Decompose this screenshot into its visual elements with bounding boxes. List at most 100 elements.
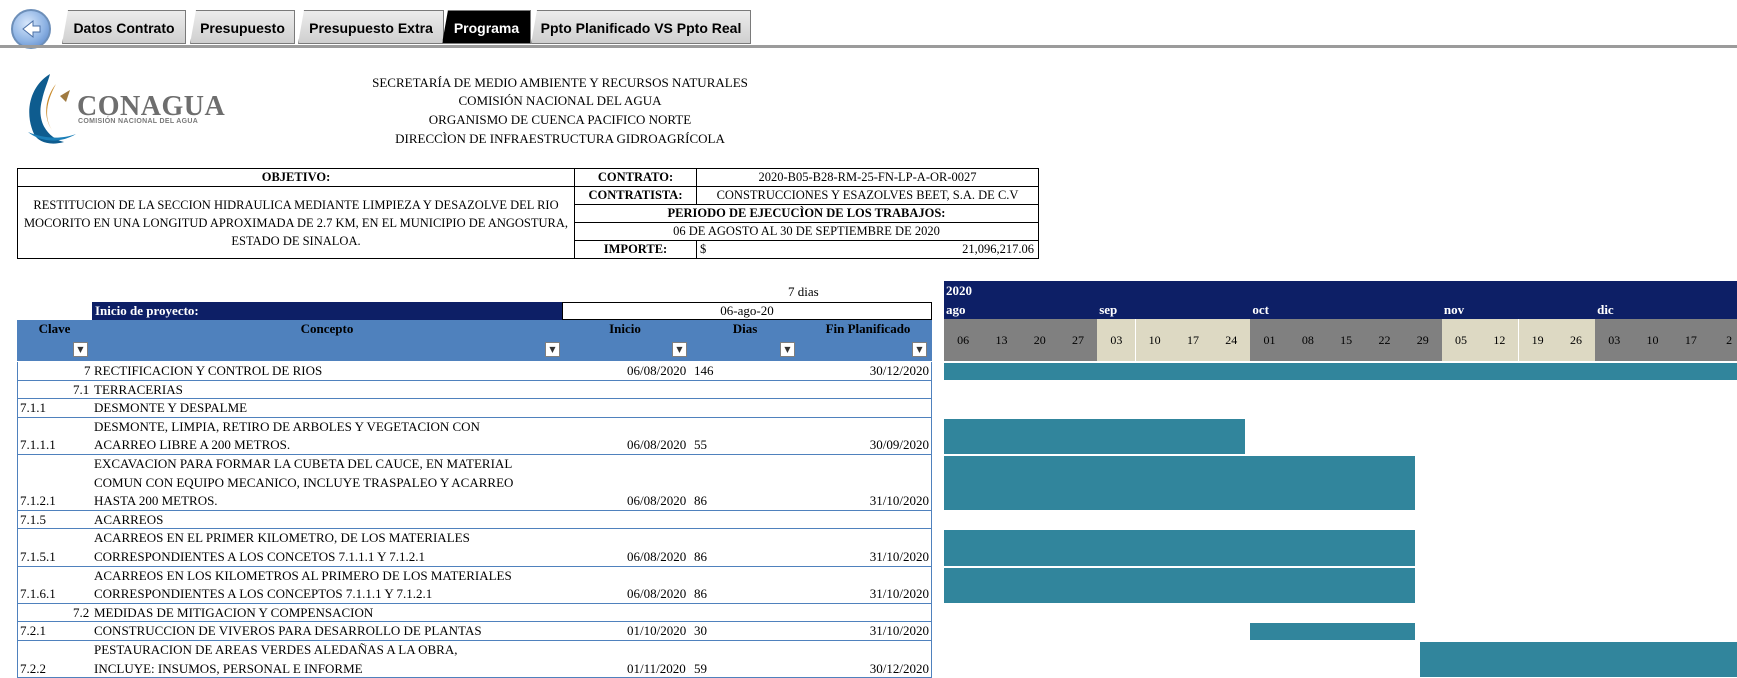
cell-concepto: CORRESPONDIENTES A LOS CONCEPTOS 7.1.1.1… — [94, 586, 433, 602]
cell-inicio: 01/11/2020 — [627, 660, 686, 676]
gantt-week-cell: 03 — [1595, 319, 1634, 361]
gantt-week-cell: 24 — [1212, 319, 1251, 361]
cell-dias: 86 — [694, 586, 707, 602]
cell-clave: 7.1.6.1 — [20, 586, 56, 602]
cell-concepto: EXCAVACION PARA FORMAR LA CUBETA DEL CAU… — [94, 456, 513, 471]
table-row[interactable]: 7.1.6.1 ACARREOS EN LOS KILOMETROS AL PRI… — [17, 567, 932, 604]
currency-symbol: $ — [700, 242, 707, 256]
cell-num: 7.2 — [73, 604, 90, 620]
cell-concepto: CONSTRUCCION DE VIVEROS PARA DESARROLLO … — [94, 623, 482, 639]
gantt-week-cell: 22 — [1365, 319, 1404, 361]
cell-fin: 31/10/2020 — [869, 493, 929, 509]
filter-fin-dropdown[interactable]: ▼ — [912, 342, 927, 357]
cell-fin: 31/10/2020 — [869, 548, 929, 564]
gantt-week-cell: 05 — [1441, 319, 1481, 361]
cell-concepto: DESMONTE Y DESPALME — [94, 400, 248, 416]
importe-cell: $ 21,096,217.06 — [696, 240, 1039, 259]
gantt-week-cell: 19 — [1518, 319, 1557, 361]
tab-presupuesto[interactable]: Presupuesto — [190, 10, 295, 44]
table-left-border — [17, 362, 18, 678]
cell-num: 7.1 — [73, 381, 90, 397]
arrow-left-icon — [22, 19, 41, 39]
filter-inicio-dropdown[interactable]: ▼ — [672, 342, 687, 357]
col-clave: Clave — [38, 321, 71, 336]
cell-dias: 86 — [694, 493, 707, 509]
gantt-week-cell: 17 — [1671, 319, 1710, 361]
cell-concepto: RECTIFICACION Y CONTROL DE RIOS — [94, 363, 323, 378]
col-concepto: Concepto — [300, 321, 354, 336]
importe-label: IMPORTE: — [574, 240, 697, 259]
gantt-header — [944, 281, 1737, 319]
table-row[interactable]: 7.1.5 ACARREOS — [17, 511, 932, 530]
contrato-value: 2020-B05-B28-RM-25-FN-LP-A-OR-0027 — [696, 168, 1039, 187]
table-row[interactable]: 7.2.2 PESTAURACION DE AREAS VERDES ALEDAÑ… — [17, 641, 932, 678]
cell-concepto: MEDIDAS DE MITIGACION Y COMPENSACION — [94, 604, 374, 620]
days-note: 7 dias — [788, 284, 819, 299]
contratista-value: CONSTRUCCIONES Y ESAZOLVES BEET, S.A. DE… — [696, 186, 1039, 205]
table-row[interactable]: 7.2.1 CONSTRUCCION DE VIVEROS PARA DESARR… — [17, 622, 932, 641]
header-line-4: DIRECCÌON DE INFRAESTRUCTURA GIDROAGRÍCO… — [395, 131, 725, 146]
gantt-month-label: ago — [946, 302, 966, 317]
cell-clave: 7.1.1.1 — [20, 437, 56, 453]
filter-dias-dropdown[interactable]: ▼ — [780, 342, 795, 357]
table-row[interactable]: 7 RECTIFICACION Y CONTROL DE RIOS 06/08/20… — [17, 362, 932, 381]
tab-ppto-planificado-vs-real[interactable]: Ppto Planificado VS Ppto Real — [531, 10, 751, 44]
gantt-month-label: nov — [1443, 302, 1465, 317]
cell-fin: 30/12/2020 — [869, 363, 929, 378]
gantt-week-cell: 15 — [1327, 319, 1366, 361]
col-fin: Fin Planificado — [825, 321, 911, 336]
cell-concepto: ACARREOS EN LOS KILOMETROS AL PRIMERO DE… — [94, 567, 512, 583]
back-button[interactable] — [11, 9, 51, 49]
gantt-week-cell: 27 — [1058, 319, 1098, 361]
filter-concepto-dropdown[interactable]: ▼ — [545, 342, 560, 357]
tab-datos-contrato[interactable]: Datos Contrato — [62, 10, 186, 44]
gantt-week-cell: 08 — [1288, 319, 1327, 361]
table-row[interactable]: 7.1 TERRACERIAS — [17, 381, 932, 400]
gantt-month-label: dic — [1597, 302, 1614, 317]
table-row[interactable]: 7.1.1 DESMONTE Y DESPALME — [17, 399, 932, 418]
cell-concepto: INCLUYE: INSUMOS, PERSONAL E INFORME — [94, 660, 363, 676]
inicio-label: Inicio de proyecto: — [92, 302, 562, 320]
gantt-month-label: sep — [1099, 302, 1118, 317]
gantt-bar — [944, 363, 1737, 380]
gantt-week-cell: 12 — [1480, 319, 1519, 361]
gantt-week-cell: 01 — [1250, 319, 1289, 361]
cell-clave: 7.2.1 — [20, 623, 46, 639]
gantt-week-cell: 2 — [1710, 319, 1737, 361]
logo-subtitle: COMISIÓN NACIONAL DEL AGUA — [78, 118, 199, 125]
cell-concepto: COMUN CON EQUIPO MECANICO, INCLUYE TRASP… — [94, 474, 514, 490]
table-row[interactable]: 7.1.2.1 EXCAVACION PARA FORMAR LA CUBETA … — [17, 455, 932, 511]
gantt-bar — [944, 530, 1415, 566]
cell-fin: 31/10/2020 — [869, 586, 929, 602]
gantt-bar — [1420, 642, 1737, 678]
gantt-bar — [944, 456, 1415, 510]
cell-inicio: 06/08/2020 — [627, 437, 687, 453]
cell-fin: 31/10/2020 — [869, 623, 929, 639]
cell-concepto: TERRACERIAS — [94, 381, 183, 397]
table-row[interactable]: 7.1.1.1 DESMONTE, LIMPIA, RETIRO DE ARBOL… — [17, 418, 932, 455]
tab-programa[interactable]: Programa — [442, 10, 531, 44]
cell-dias: 30 — [694, 623, 707, 639]
cell-concepto: ACARREOS — [94, 511, 164, 527]
gantt-week-cell: 20 — [1020, 319, 1059, 361]
col-inicio: Inicio — [609, 321, 641, 336]
gantt-week-cell: 10 — [1633, 319, 1672, 361]
cell-clave: 7.2.2 — [20, 660, 46, 676]
cell-inicio: 06/08/2020 — [627, 493, 687, 509]
objetivo-text: RESTITUCION DE LA SECCION HIDRAULICA MED… — [17, 186, 575, 259]
cell-dias: 59 — [694, 660, 707, 676]
cell-clave: 7.1.1 — [20, 400, 46, 416]
tab-presupuesto-extra[interactable]: Presupuesto Extra — [298, 10, 444, 44]
filter-clave-dropdown[interactable]: ▼ — [73, 342, 88, 357]
cell-concepto: CORRESPONDIENTES A LOS CONCETOS 7.1.1.1 … — [94, 548, 426, 564]
cell-dias: 55 — [694, 437, 707, 453]
header-line-3: ORGANISMO DE CUENCA PACIFICO NORTE — [428, 112, 692, 127]
table-row[interactable]: 7.2 MEDIDAS DE MITIGACION Y COMPENSACION — [17, 604, 932, 623]
gantt-bar — [1250, 623, 1415, 640]
table-row[interactable]: 7.1.5.1 ACARREOS EN EL PRIMER KILOMETRO, … — [17, 529, 932, 567]
gantt-week-cell: 29 — [1403, 319, 1442, 361]
cell-clave: 7.1.5 — [20, 511, 46, 527]
tab-underline — [0, 45, 1737, 48]
header-line-2: COMISIÓN NACIONAL DEL AGUA — [458, 93, 662, 108]
inicio-value: 06-ago-20 — [562, 302, 932, 320]
